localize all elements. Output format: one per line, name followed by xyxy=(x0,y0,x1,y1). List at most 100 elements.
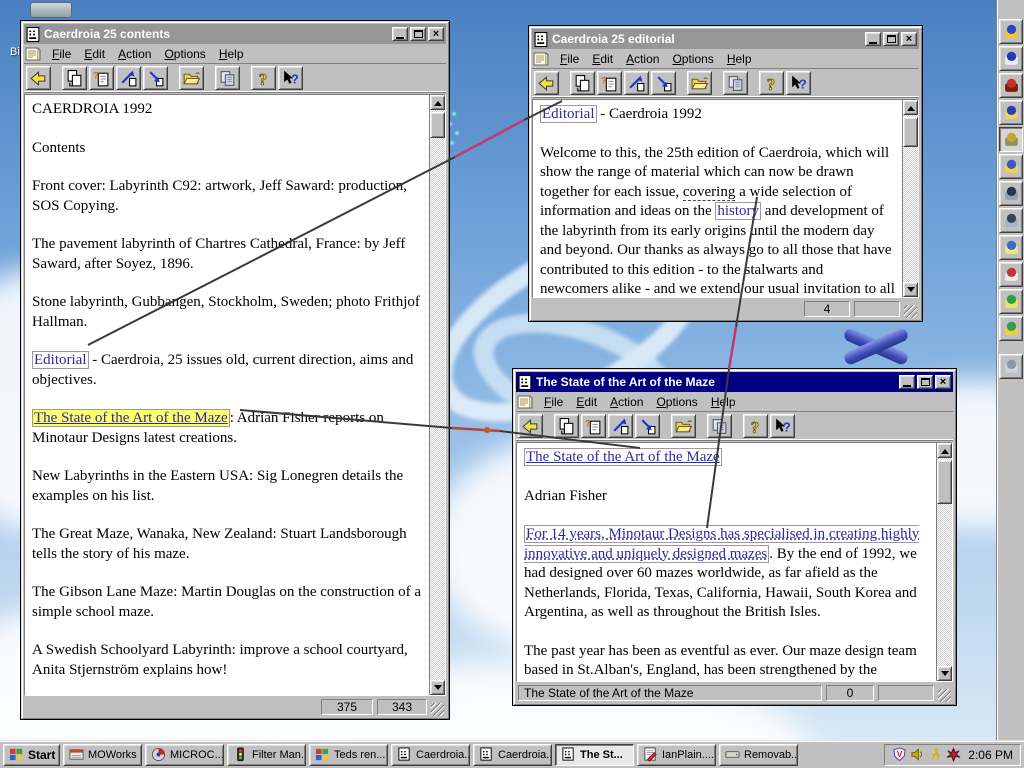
title-bar[interactable]: The State of the Art of the Maze × xyxy=(516,372,953,392)
minimize-button[interactable] xyxy=(899,375,915,389)
scroll-up-button[interactable] xyxy=(903,100,918,115)
hyperlink[interactable]: The State of the Art of the Maze xyxy=(524,448,722,466)
scroll-thumb[interactable] xyxy=(937,460,952,504)
scroll-thumb[interactable] xyxy=(903,117,918,147)
bug-icon[interactable] xyxy=(999,19,1023,44)
shield-badge-icon[interactable] xyxy=(999,316,1023,341)
taskbar-button-moworks[interactable]: MOWorks xyxy=(63,743,142,766)
maximize-button[interactable] xyxy=(410,27,426,41)
taskbar-button-caerdroia[interactable]: Caerdroia... xyxy=(473,743,552,766)
window-icon[interactable] xyxy=(534,31,549,47)
scroll-down-button[interactable] xyxy=(430,680,445,695)
copy-page-button[interactable] xyxy=(570,71,595,95)
menu-help[interactable]: Help xyxy=(213,45,251,63)
vertical-scrollbar[interactable] xyxy=(429,95,445,695)
copy-page-button[interactable] xyxy=(554,414,579,438)
jump-back-button[interactable] xyxy=(143,66,168,90)
scroll-thumb[interactable] xyxy=(430,112,445,138)
hook-icon[interactable] xyxy=(999,127,1023,152)
hyperlink[interactable]: Editorial xyxy=(540,105,597,123)
menu-help[interactable]: Help xyxy=(705,393,743,411)
open-folder-button[interactable] xyxy=(671,414,696,438)
antivirus-icon[interactable]: V xyxy=(892,747,907,762)
document-area[interactable]: The State of the Art of the Maze Adrian F… xyxy=(517,443,936,681)
jump-back-button[interactable] xyxy=(635,414,660,438)
maximize-button[interactable] xyxy=(917,375,933,389)
title-bar[interactable]: Caerdroia 25 contents × xyxy=(24,24,446,44)
context-help-button[interactable]: ? xyxy=(278,66,303,90)
menu-help[interactable]: Help xyxy=(721,50,759,68)
menu-action[interactable]: Action xyxy=(604,393,650,411)
start-button[interactable]: Start xyxy=(3,743,60,766)
jump-back-button[interactable] xyxy=(651,71,676,95)
copy-button[interactable] xyxy=(215,66,240,90)
accessibility-icon[interactable] xyxy=(928,747,943,762)
mailbox-icon[interactable] xyxy=(999,262,1023,287)
minimize-button[interactable] xyxy=(392,27,408,41)
taskbar-button-caerdroia[interactable]: Caerdroia... xyxy=(391,743,470,766)
properties-icon[interactable] xyxy=(25,46,42,62)
open-folder-button[interactable] xyxy=(687,71,712,95)
hyperlink[interactable]: covering xyxy=(682,183,736,201)
resize-grip[interactable] xyxy=(431,703,444,716)
board-icon[interactable] xyxy=(999,289,1023,314)
back-button[interactable] xyxy=(518,414,543,438)
volume-icon[interactable] xyxy=(910,747,925,762)
back-button[interactable] xyxy=(534,71,559,95)
context-help-button[interactable]: ? xyxy=(770,414,795,438)
menu-action[interactable]: Action xyxy=(112,45,158,63)
taskbar-button-microc[interactable]: MICROC... xyxy=(145,743,224,766)
person-icon[interactable] xyxy=(999,100,1023,125)
hyperlink[interactable]: Editorial xyxy=(32,351,89,369)
replace-page-button[interactable]: ? xyxy=(581,414,606,438)
copy-page-button[interactable] xyxy=(62,66,87,90)
hyperlink[interactable]: The State of the Art of the Maze xyxy=(32,409,230,427)
scroll-down-button[interactable] xyxy=(903,282,918,297)
help-button[interactable]: ? xyxy=(251,66,276,90)
document-area[interactable]: Editorial - Caerdroia 1992 Welcome to thi… xyxy=(533,100,902,297)
hyperlink[interactable]: history xyxy=(715,202,762,220)
jump-forward-button[interactable] xyxy=(624,71,649,95)
vertical-scrollbar[interactable] xyxy=(902,100,918,297)
title-bar[interactable]: Caerdroia 25 editorial × xyxy=(532,29,919,49)
resize-grip[interactable] xyxy=(938,689,951,702)
replace-page-button[interactable]: ? xyxy=(89,66,114,90)
letters-icon[interactable] xyxy=(999,46,1023,71)
help-button[interactable]: ? xyxy=(759,71,784,95)
menu-edit[interactable]: Edit xyxy=(78,45,112,63)
menu-action[interactable]: Action xyxy=(620,50,666,68)
taskbar-button-ianplain[interactable]: IanPlain.... xyxy=(637,743,716,766)
jump-forward-button[interactable] xyxy=(116,66,141,90)
copy-button[interactable] xyxy=(723,71,748,95)
taskbar-button-removab[interactable]: Removab... xyxy=(719,743,798,766)
menu-edit[interactable]: Edit xyxy=(570,393,604,411)
close-button[interactable]: × xyxy=(935,375,951,389)
desktop-icon[interactable] xyxy=(30,2,72,18)
virus-scanner-icon[interactable] xyxy=(946,747,961,762)
window-icon[interactable] xyxy=(26,26,41,42)
maximize-button[interactable] xyxy=(883,32,899,46)
menu-file[interactable]: File xyxy=(554,50,586,68)
menu-edit[interactable]: Edit xyxy=(586,50,620,68)
properties-icon[interactable] xyxy=(533,51,550,67)
taskbar-button-filterman[interactable]: Filter Man... xyxy=(227,743,306,766)
shoe-icon[interactable] xyxy=(999,208,1023,233)
close-button[interactable]: × xyxy=(428,27,444,41)
phone-icon[interactable] xyxy=(999,181,1023,206)
help-button[interactable]: ? xyxy=(743,414,768,438)
vertical-scrollbar[interactable] xyxy=(936,443,952,681)
menu-file[interactable]: File xyxy=(538,393,570,411)
toolbox-icon[interactable] xyxy=(999,73,1023,98)
window-icon[interactable] xyxy=(518,374,533,390)
scroll-up-button[interactable] xyxy=(430,95,445,110)
scroll-up-button[interactable] xyxy=(937,443,952,458)
properties-icon[interactable] xyxy=(517,394,534,410)
document-area[interactable]: CAERDROIA 1992 Contents Front cover: Labyr… xyxy=(25,95,429,695)
menu-options[interactable]: Options xyxy=(666,50,720,68)
close-button[interactable]: × xyxy=(901,32,917,46)
back-button[interactable] xyxy=(26,66,51,90)
menu-options[interactable]: Options xyxy=(650,393,704,411)
jump-forward-button[interactable] xyxy=(608,414,633,438)
card-icon[interactable] xyxy=(999,354,1023,379)
context-help-button[interactable]: ? xyxy=(786,71,811,95)
